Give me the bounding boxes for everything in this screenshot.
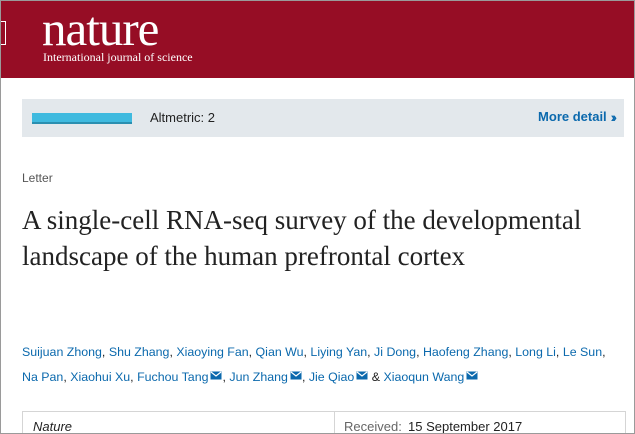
altmetric-badge[interactable] xyxy=(32,113,132,124)
author-link[interactable]: Xiaoying Fan xyxy=(176,345,248,359)
author-link[interactable]: Le Sun xyxy=(563,345,602,359)
author-list: Suijuan Zhong, Shu Zhang, Xiaoying Fan, … xyxy=(22,340,622,390)
author-link[interactable]: Na Pan xyxy=(22,370,63,384)
journal-name: Nature xyxy=(33,419,73,434)
author-separator: , xyxy=(101,345,109,359)
author-link[interactable]: Xiaoqun Wang xyxy=(383,370,464,384)
author-separator: & xyxy=(368,370,384,384)
author-separator: , xyxy=(555,345,563,359)
author-link[interactable]: Shu Zhang xyxy=(109,345,170,359)
author-separator: , xyxy=(416,345,423,359)
more-detail-link[interactable]: More detail ›› xyxy=(538,109,618,125)
author-separator: , xyxy=(602,345,606,359)
email-icon[interactable] xyxy=(210,371,222,380)
author-separator: , xyxy=(367,345,375,359)
author-link[interactable]: Fuchou Tang xyxy=(137,370,208,384)
email-icon[interactable] xyxy=(466,371,478,380)
info-divider xyxy=(334,412,335,433)
author-link[interactable]: Suijuan Zhong xyxy=(22,345,102,359)
site-header: nature International journal of science xyxy=(1,1,634,78)
nature-logo[interactable]: nature xyxy=(42,4,159,54)
author-link[interactable]: Long Li xyxy=(515,345,556,359)
author-link[interactable]: Jun Zhang xyxy=(229,370,288,384)
menu-edge-icon[interactable] xyxy=(1,21,6,45)
logo-tagline: International journal of science xyxy=(43,50,193,64)
email-icon[interactable] xyxy=(290,371,302,380)
author-separator: , xyxy=(301,370,309,384)
article-type: Letter xyxy=(22,171,53,185)
article-title: A single-cell RNA-seq survey of the deve… xyxy=(22,205,582,271)
received-label: Received: xyxy=(344,419,402,434)
article-metrics-bar: Altmetric: 2 More detail ›› xyxy=(22,99,624,137)
page-frame: nature International journal of science … xyxy=(0,0,635,434)
author-link[interactable]: Liying Yan xyxy=(310,345,367,359)
author-separator: , xyxy=(248,345,256,359)
author-link[interactable]: Ji Dong xyxy=(374,345,416,359)
author-link[interactable]: Haofeng Zhang xyxy=(423,345,508,359)
more-detail-label: More detail xyxy=(538,109,607,124)
email-icon[interactable] xyxy=(356,371,368,380)
altmetric-label: Altmetric: 2 xyxy=(150,110,216,125)
author-link[interactable]: Qian Wu xyxy=(256,345,304,359)
author-link[interactable]: Jie Qiao xyxy=(309,370,354,384)
article-info-box: Nature Received: 15 September 2017 xyxy=(22,411,626,434)
author-link[interactable]: Xiaohui Xu xyxy=(70,370,130,384)
received-date: 15 September 2017 xyxy=(408,419,523,434)
double-chevron-right-icon: ›› xyxy=(610,109,618,125)
